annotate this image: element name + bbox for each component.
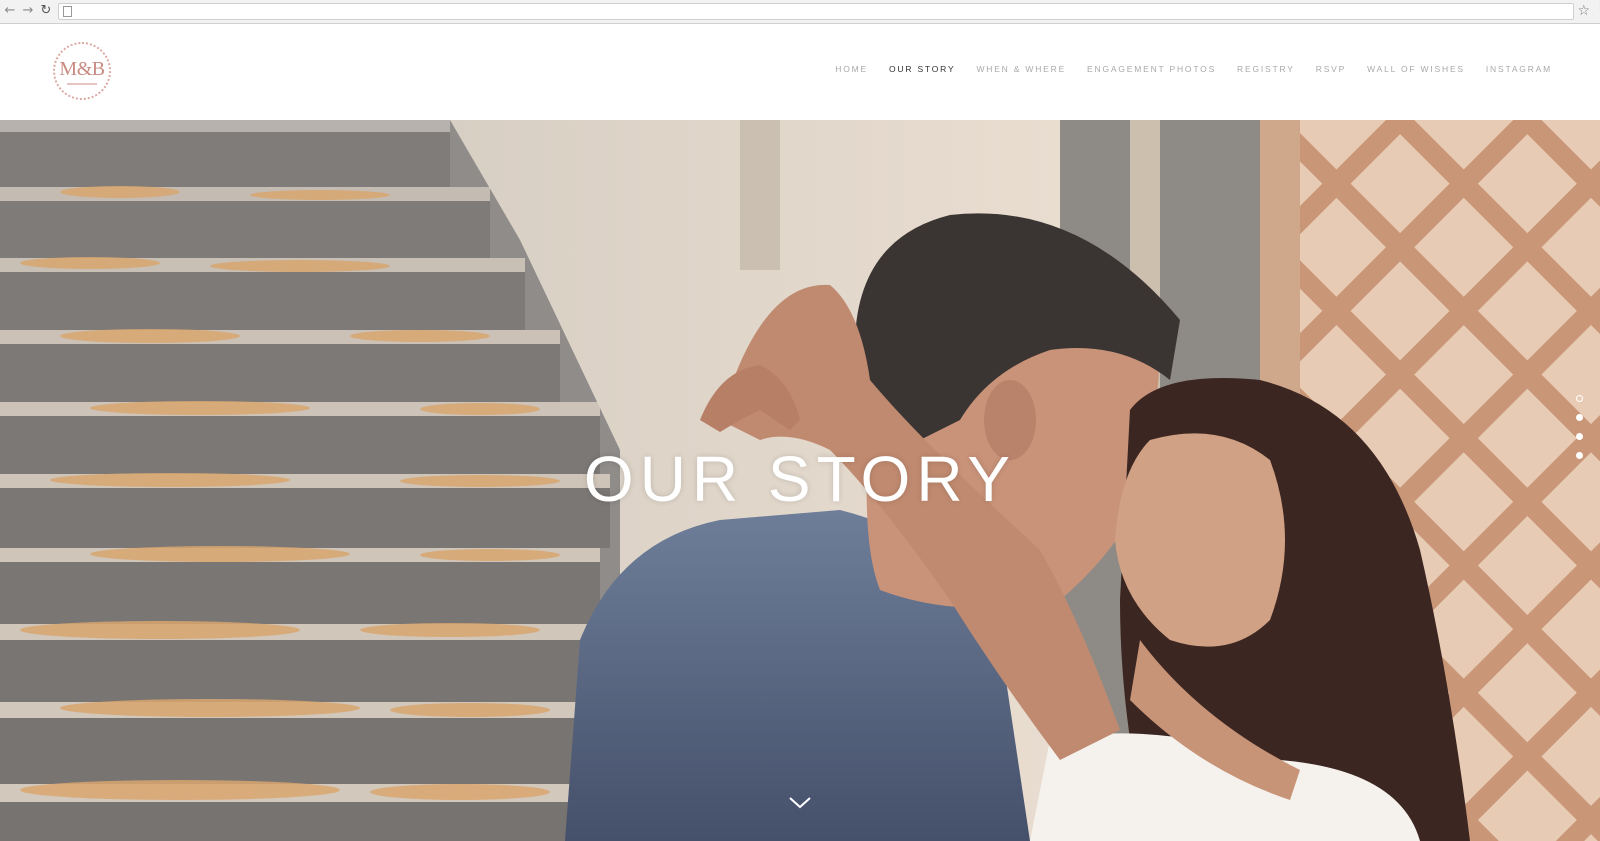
reload-icon[interactable]: ↻: [38, 3, 54, 19]
slide-dot-2[interactable]: [1576, 414, 1583, 421]
nav-wall-of-wishes[interactable]: WALL OF WISHES: [1367, 64, 1465, 74]
slide-dot-3[interactable]: [1576, 433, 1583, 440]
logo-subtext-line: [67, 82, 97, 85]
nav-when-where[interactable]: WHEN & WHERE: [976, 64, 1066, 74]
back-arrow-icon[interactable]: ←: [2, 3, 18, 19]
page-icon: [63, 6, 72, 17]
forward-arrow-icon[interactable]: →: [20, 3, 36, 19]
star-icon[interactable]: ☆: [1577, 3, 1590, 19]
address-bar[interactable]: [58, 3, 1574, 20]
nav-our-story[interactable]: OUR STORY: [889, 64, 955, 74]
nav-rsvp[interactable]: RSVP: [1316, 64, 1346, 74]
slide-dot-4[interactable]: [1576, 452, 1583, 459]
main-nav: HOME OUR STORY WHEN & WHERE ENGAGEMENT P…: [835, 64, 1552, 74]
chevron-down-icon[interactable]: [787, 794, 813, 812]
hero-title: OUR STORY: [583, 443, 1017, 515]
hero-section: OUR STORY: [0, 120, 1600, 841]
nav-engagement-photos[interactable]: ENGAGEMENT PHOTOS: [1087, 64, 1216, 74]
site-logo[interactable]: M&B: [53, 42, 111, 100]
nav-instagram[interactable]: INSTAGRAM: [1486, 64, 1552, 74]
slide-indicator: [1576, 395, 1586, 471]
slide-dot-1[interactable]: [1576, 395, 1583, 402]
browser-toolbar: ← → ↻ ☆ ⋮: [0, 0, 1600, 24]
nav-registry[interactable]: REGISTRY: [1237, 64, 1295, 74]
nav-home[interactable]: HOME: [835, 64, 868, 74]
site-header: M&B HOME OUR STORY WHEN & WHERE ENGAGEME…: [0, 24, 1600, 120]
menu-icon[interactable]: ⋮: [1595, 1, 1600, 12]
logo-monogram: M&B: [59, 57, 105, 80]
